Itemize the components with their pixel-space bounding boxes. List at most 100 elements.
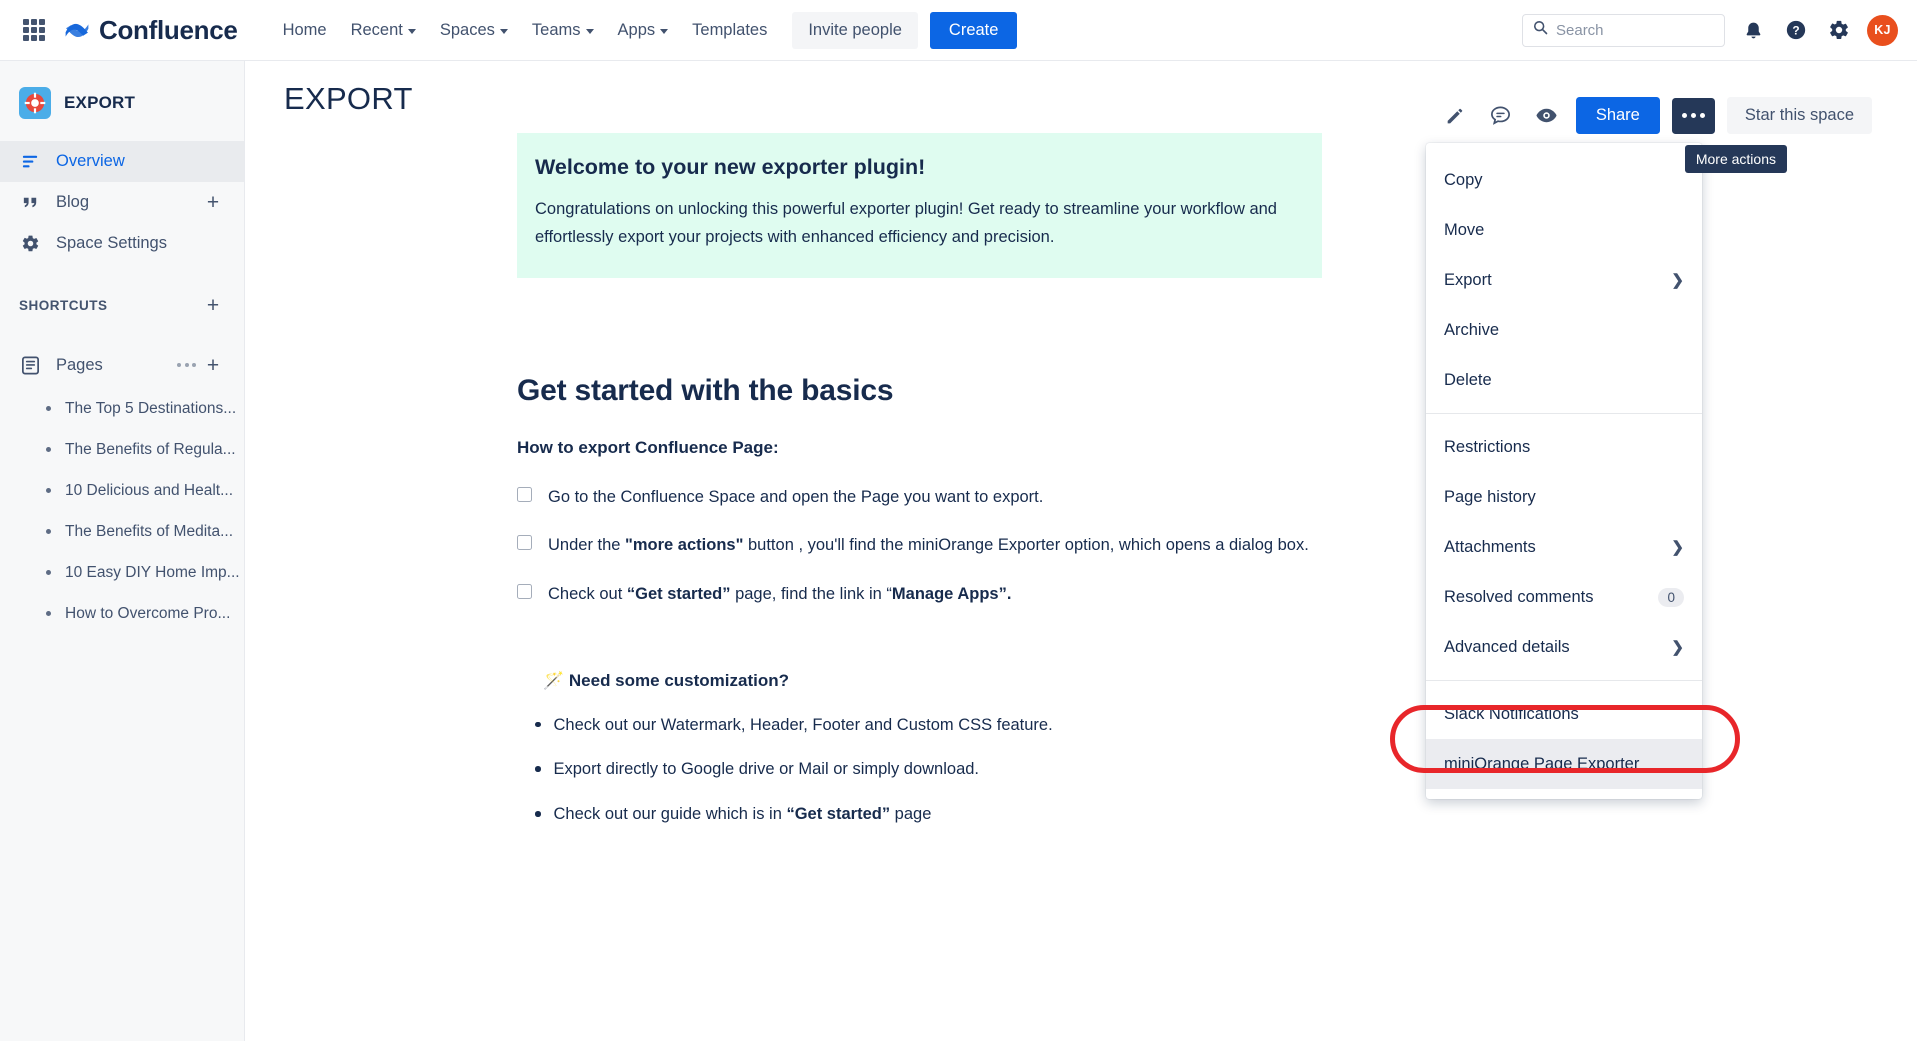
bullet-icon — [46, 406, 51, 411]
pages-document-icon — [19, 354, 41, 376]
user-avatar[interactable]: KJ — [1867, 14, 1898, 46]
menu-item-attachments[interactable]: Attachments ❯ — [1426, 522, 1702, 572]
bullet-text: Check out our guide which is in “Get sta… — [553, 805, 932, 824]
list-item[interactable]: How to Overcome Pro... — [0, 593, 244, 634]
checklist-text: Check out “Get started” page, find the l… — [548, 584, 1012, 603]
search-placeholder: Search — [1556, 21, 1604, 39]
menu-group-secondary: Restrictions Page history Attachments ❯ … — [1426, 418, 1702, 676]
page-body: Welcome to your new exporter plugin! Con… — [517, 133, 1322, 847]
page-tree-label: The Benefits of Regula... — [65, 440, 236, 458]
star-this-space-button[interactable]: Star this space — [1726, 97, 1872, 134]
comment-icon[interactable] — [1484, 99, 1518, 133]
more-actions-button[interactable] — [1671, 97, 1715, 134]
sidebar-item-space-settings[interactable]: Space Settings — [0, 223, 244, 264]
list-item[interactable]: The Benefits of Medita... — [0, 511, 244, 552]
pages-more-options-icon[interactable] — [177, 363, 196, 367]
menu-item-export[interactable]: Export ❯ — [1426, 255, 1702, 305]
nav-item-spaces[interactable]: Spaces — [429, 14, 519, 47]
list-item: Check out our guide which is in “Get sta… — [535, 802, 1322, 828]
space-header[interactable]: EXPORT — [0, 61, 244, 119]
chevron-down-icon — [660, 28, 669, 34]
menu-item-label: Slack Notifications — [1444, 704, 1579, 723]
confluence-logo-link[interactable]: Confluence — [63, 15, 238, 46]
invite-people-button[interactable]: Invite people — [792, 11, 918, 49]
customization-bullet-list: Check out our Watermark, Header, Footer … — [517, 713, 1322, 828]
menu-item-resolved-comments[interactable]: Resolved comments 0 — [1426, 572, 1702, 622]
list-item[interactable]: The Benefits of Regula... — [0, 429, 244, 470]
share-button[interactable]: Share — [1575, 97, 1660, 134]
menu-group-apps: Slack Notifications miniOrange Page Expo… — [1426, 685, 1702, 793]
checkbox[interactable] — [517, 583, 532, 599]
checklist-text: Go to the Confluence Space and open the … — [548, 487, 1044, 506]
confluence-logo-icon — [63, 16, 91, 44]
notifications-icon[interactable] — [1738, 15, 1768, 45]
menu-item-label: Archive — [1444, 320, 1500, 339]
settings-gear-icon[interactable] — [1824, 15, 1854, 45]
sidebar-item-space-settings-label: Space Settings — [56, 234, 167, 252]
create-button[interactable]: Create — [929, 11, 1018, 49]
menu-item-restrictions[interactable]: Restrictions — [1426, 422, 1702, 472]
nav-item-spaces-label: Spaces — [439, 20, 495, 39]
bullet-text: Export directly to Google drive or Mail … — [553, 760, 980, 779]
list-item[interactable]: 10 Easy DIY Home Imp... — [0, 552, 244, 593]
sidebar-item-overview-label: Overview — [56, 152, 125, 170]
nav-item-teams[interactable]: Teams — [521, 14, 605, 47]
menu-item-miniorange-page-exporter[interactable]: miniOrange Page Exporter — [1426, 739, 1702, 789]
how-to-checklist: Go to the Confluence Space and open the … — [517, 484, 1322, 607]
checkbox[interactable] — [517, 535, 532, 551]
list-item: Export directly to Google drive or Mail … — [535, 757, 1322, 783]
welcome-banner-text: Congratulations on unlocking this powerf… — [535, 200, 1277, 247]
menu-item-delete[interactable]: Delete — [1426, 355, 1702, 405]
menu-item-slack-notifications[interactable]: Slack Notifications — [1426, 689, 1702, 739]
top-navigation-bar: Confluence Home Recent Spaces Teams Apps… — [0, 0, 1917, 61]
list-item[interactable]: 10 Delicious and Healt... — [0, 470, 244, 511]
menu-item-label: Export — [1444, 270, 1492, 289]
menu-item-archive[interactable]: Archive — [1426, 305, 1702, 355]
sidebar-item-overview[interactable]: Overview — [0, 141, 244, 182]
chevron-down-icon — [407, 28, 416, 34]
overview-icon — [19, 151, 41, 173]
add-shortcut-icon[interactable]: + — [203, 295, 223, 316]
nav-item-apps-label: Apps — [617, 20, 656, 39]
add-blog-post-icon[interactable]: + — [203, 192, 223, 213]
sidebar-item-blog[interactable]: Blog + — [0, 182, 244, 223]
bullet-icon — [46, 447, 51, 452]
search-input[interactable]: Search — [1522, 13, 1725, 47]
page-tree-label: How to Overcome Pro... — [65, 604, 231, 622]
brand-name: Confluence — [99, 14, 238, 45]
checkbox[interactable] — [517, 486, 532, 502]
menu-item-label: miniOrange Page Exporter — [1444, 754, 1640, 773]
menu-item-label: Delete — [1444, 370, 1492, 389]
app-switcher-icon[interactable] — [19, 15, 49, 45]
list-item[interactable]: The Top 5 Destinations... — [0, 388, 244, 429]
nav-item-templates-label: Templates — [692, 20, 768, 39]
menu-item-copy[interactable]: Copy — [1426, 155, 1702, 205]
help-icon[interactable]: ? — [1781, 15, 1811, 45]
top-nav-right-group: Search ? KJ — [1522, 13, 1917, 47]
subheading-how-to-export: How to export Confluence Page: — [517, 437, 779, 457]
menu-item-label: Page history — [1444, 487, 1536, 506]
menu-item-move[interactable]: Move — [1426, 205, 1702, 255]
section-heading-get-started: Get started with the basics — [517, 373, 894, 407]
page-toolbar: Share Star this space — [1438, 97, 1872, 134]
nav-item-home[interactable]: Home — [272, 14, 338, 47]
nav-item-templates[interactable]: Templates — [681, 14, 778, 47]
list-item: Check out our Watermark, Header, Footer … — [535, 713, 1322, 739]
space-name: EXPORT — [64, 93, 136, 112]
resolved-comments-count-badge: 0 — [1658, 587, 1684, 607]
page-tree-label: 10 Easy DIY Home Imp... — [65, 563, 240, 581]
shortcuts-section-header: SHORTCUTS + — [0, 286, 244, 324]
watch-eye-icon[interactable] — [1530, 99, 1564, 133]
bullet-icon — [535, 766, 541, 772]
edit-pencil-icon[interactable] — [1438, 99, 1472, 133]
menu-item-page-history[interactable]: Page history — [1426, 472, 1702, 522]
nav-item-recent[interactable]: Recent — [340, 14, 427, 47]
bullet-icon — [46, 488, 51, 493]
menu-item-advanced-details[interactable]: Advanced details ❯ — [1426, 622, 1702, 672]
checklist-text: Under the "more actions" button , you'll… — [548, 536, 1309, 555]
add-page-icon[interactable]: + — [203, 355, 223, 376]
nav-item-apps[interactable]: Apps — [607, 14, 680, 47]
more-actions-dropdown-menu: Copy Move Export ❯ Archive Delete Restri… — [1426, 143, 1702, 799]
space-sidebar: EXPORT Overview Blog + Space Settings SH… — [0, 61, 245, 1041]
sidebar-item-pages[interactable]: Pages + — [0, 342, 244, 388]
